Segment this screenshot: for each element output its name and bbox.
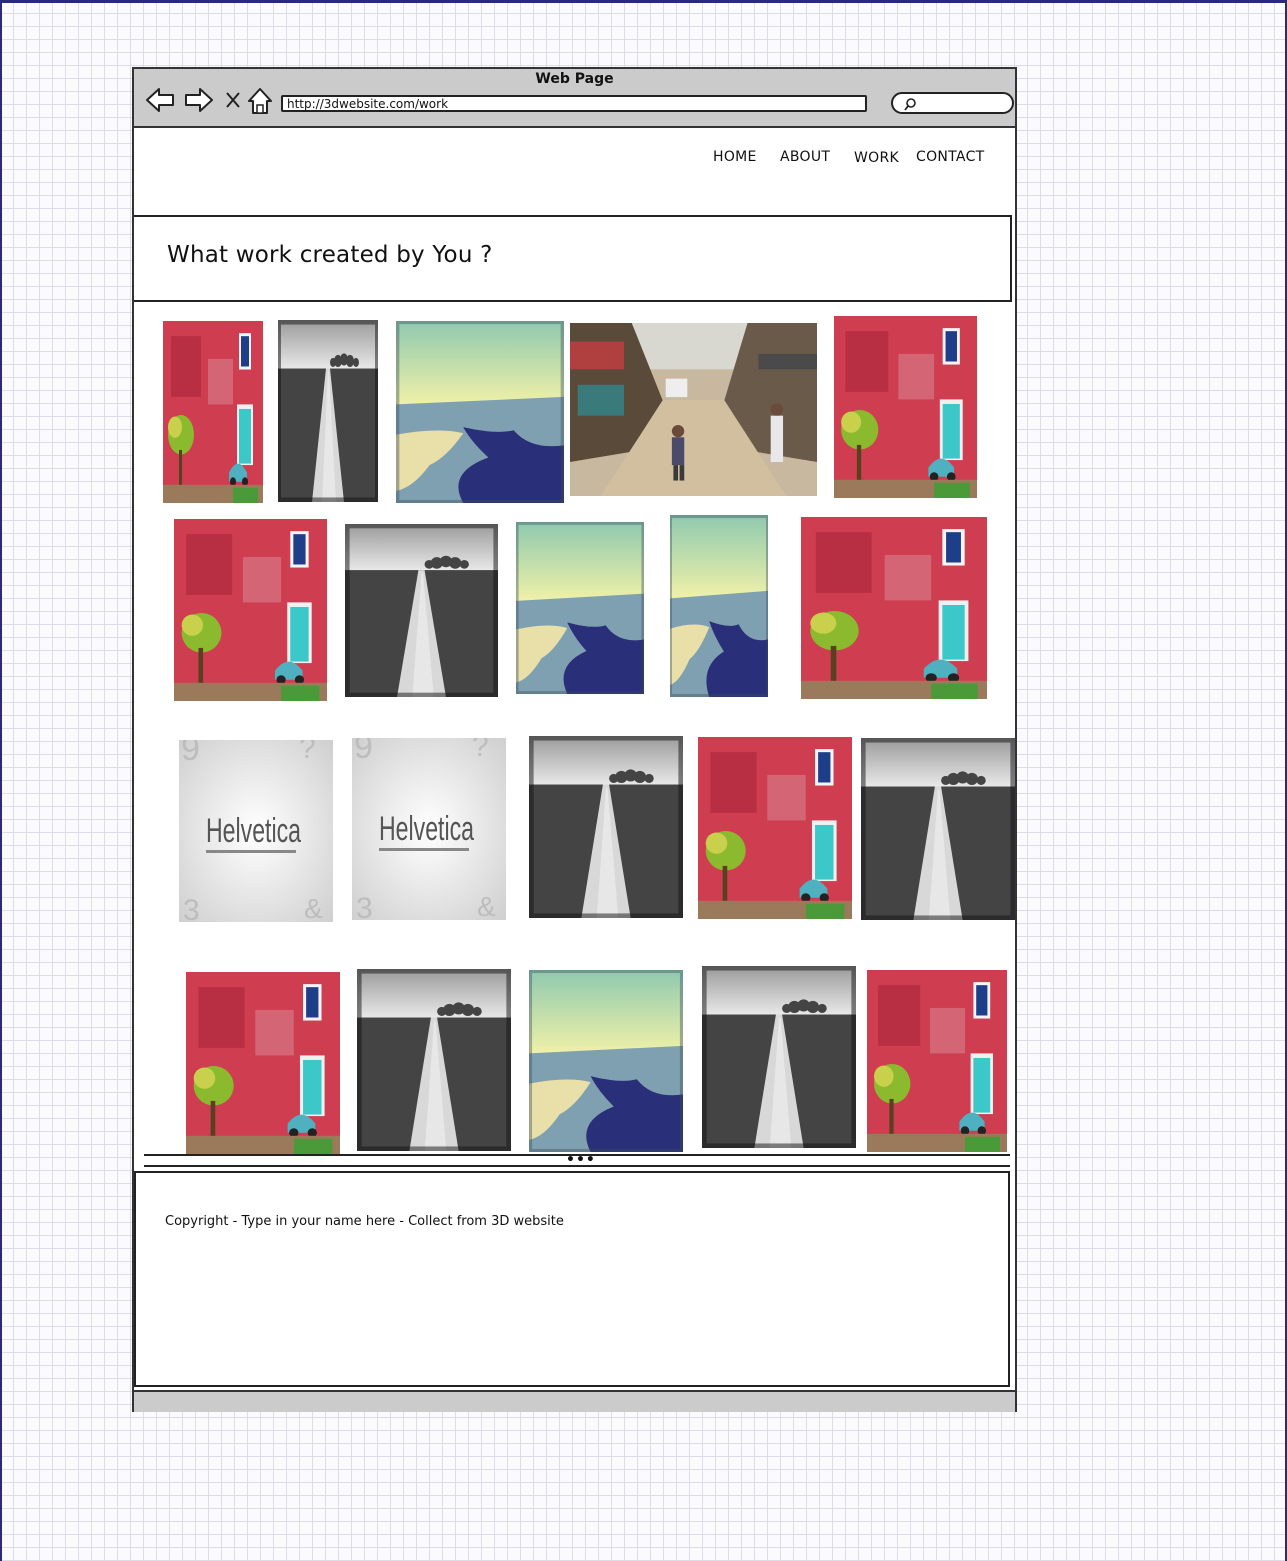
gallery-thumbnail-bw-path[interactable] — [529, 736, 683, 918]
gallery-thumbnail-red-wall[interactable] — [163, 321, 263, 503]
home-icon[interactable] — [247, 87, 273, 115]
svg-text:Helvetica: Helvetica — [206, 812, 301, 850]
scroll-grip-icon[interactable]: ••• — [566, 1153, 596, 1167]
close-icon[interactable] — [225, 91, 241, 109]
gallery-thumbnail-bw-path[interactable] — [345, 524, 498, 697]
gallery-thumbnail-red-wall[interactable] — [186, 972, 340, 1154]
nav-home[interactable]: HOME — [713, 149, 757, 165]
canvas-top-border — [0, 0, 1287, 3]
svg-text:3: 3 — [356, 892, 373, 920]
forward-arrow-icon[interactable] — [184, 87, 214, 113]
section-divider — [144, 1165, 1010, 1167]
gallery-thumbnail-bw-path[interactable] — [278, 320, 378, 502]
gallery-thumbnail-beach[interactable] — [529, 970, 683, 1152]
gallery-thumbnail-red-wall[interactable] — [174, 519, 327, 701]
gallery-thumbnail-street[interactable] — [570, 323, 817, 496]
search-icon — [904, 98, 916, 111]
page-title: What work created by You ? — [167, 242, 493, 268]
back-arrow-icon[interactable] — [145, 87, 175, 113]
gallery-thumbnail-beach[interactable] — [670, 515, 768, 697]
hero-banner: What work created by You ? — [134, 215, 1012, 302]
search-field[interactable] — [891, 92, 1014, 114]
svg-text:?: ? — [472, 738, 489, 763]
browser-window: Web Page http://3dwebsite.com/work HOME … — [132, 67, 1017, 1412]
footer: Copyright - Type in your name here - Col… — [134, 1171, 1010, 1387]
gallery-thumbnail-red-wall[interactable] — [867, 970, 1007, 1152]
svg-text:3: 3 — [183, 894, 200, 922]
gallery-thumbnail-beach[interactable] — [396, 321, 564, 503]
gallery-thumbnail-helvetica[interactable]: 9 ? 3 & Helvetica — [179, 740, 333, 922]
svg-text:&: & — [477, 891, 496, 920]
svg-text:?: ? — [299, 740, 316, 765]
canvas-left-border — [0, 0, 2, 1561]
browser-status-bar — [134, 1390, 1015, 1412]
window-title: Web Page — [535, 71, 614, 87]
nav-about[interactable]: ABOUT — [780, 149, 830, 165]
gallery-thumbnail-bw-path[interactable] — [357, 969, 511, 1151]
svg-text:9: 9 — [181, 740, 200, 768]
gallery-thumbnail-red-wall[interactable] — [834, 316, 977, 498]
svg-text:&: & — [304, 893, 323, 922]
svg-text:9: 9 — [354, 738, 373, 766]
footer-copyright: Copyright - Type in your name here - Col… — [165, 1214, 564, 1229]
svg-text:Helvetica: Helvetica — [379, 810, 474, 848]
gallery-thumbnail-red-wall[interactable] — [698, 737, 852, 919]
gallery-thumbnail-bw-path[interactable] — [702, 966, 856, 1148]
gallery-thumbnail-beach[interactable] — [516, 522, 644, 694]
nav-work[interactable]: WORK — [854, 150, 899, 166]
address-bar[interactable]: http://3dwebsite.com/work — [281, 95, 867, 112]
gallery-thumbnail-red-wall[interactable] — [801, 517, 987, 699]
browser-toolbar: Web Page http://3dwebsite.com/work — [134, 69, 1015, 128]
gallery-thumbnail-bw-path[interactable] — [861, 738, 1015, 920]
gallery-thumbnail-helvetica[interactable]: 9 ? 3 & Helvetica — [352, 738, 506, 920]
nav-contact[interactable]: CONTACT — [916, 149, 985, 165]
